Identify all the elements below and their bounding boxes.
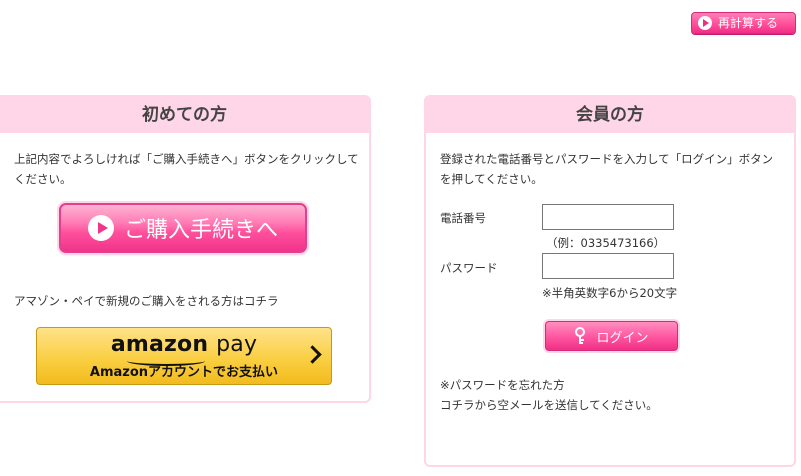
password-input[interactable] [542, 253, 674, 279]
amazon-pay-note: アマゾン・ペイで新規のご購入をされる方はコチラ [14, 294, 279, 308]
amazon-pay-logo: amazon pay [37, 332, 331, 358]
member-heading: 会員の方 [426, 97, 794, 133]
first-time-intro: 上記内容でよろしければ「ご購入手続きへ」ボタンをクリックしてください。 [14, 152, 359, 186]
recalculate-button[interactable]: 再計算する [691, 12, 796, 34]
recalculate-label: 再計算する [718, 16, 779, 30]
amazon-pay-button[interactable]: amazon pay Amazonアカウントでお支払い [36, 327, 332, 385]
proceed-to-purchase-button[interactable]: ご購入手続きへ [59, 203, 307, 253]
member-intro: 登録された電話番号とパスワードを入力して「ログイン」ボタンを押してください。 [440, 152, 774, 186]
purchase-button-label: ご購入手続きへ [123, 218, 278, 243]
key-icon [575, 327, 586, 344]
password-label: パスワード [440, 261, 498, 275]
play-circle-icon [698, 16, 712, 30]
amazon-pay-sublabel: Amazonアカウントでお支払い [89, 365, 279, 380]
phone-input[interactable] [542, 204, 674, 230]
login-button-label: ログイン [596, 330, 649, 346]
amazon-pay-text: pay [216, 332, 258, 357]
forgot-password-text: ※パスワードを忘れた方 コチラから空メールを送信してください。 [440, 375, 775, 415]
forgot-password-line2[interactable]: コチラから空メールを送信してください。 [440, 395, 775, 415]
login-button[interactable]: ログイン [545, 321, 678, 351]
first-time-heading: 初めての方 [0, 97, 369, 133]
play-circle-icon [87, 215, 114, 241]
phone-hint: （例：0335473166） [546, 236, 666, 250]
first-time-panel: 初めての方 上記内容でよろしければ「ご購入手続きへ」ボタンをクリックしてください… [0, 95, 371, 403]
amazon-logo-text: amazon [110, 332, 209, 357]
member-panel: 会員の方 登録された電話番号とパスワードを入力して「ログイン」ボタンを押してくだ… [424, 95, 796, 467]
forgot-password-line1: ※パスワードを忘れた方 [440, 378, 565, 392]
phone-label: 電話番号 [440, 211, 486, 225]
password-hint: ※半角英数字6から20文字 [542, 286, 678, 300]
